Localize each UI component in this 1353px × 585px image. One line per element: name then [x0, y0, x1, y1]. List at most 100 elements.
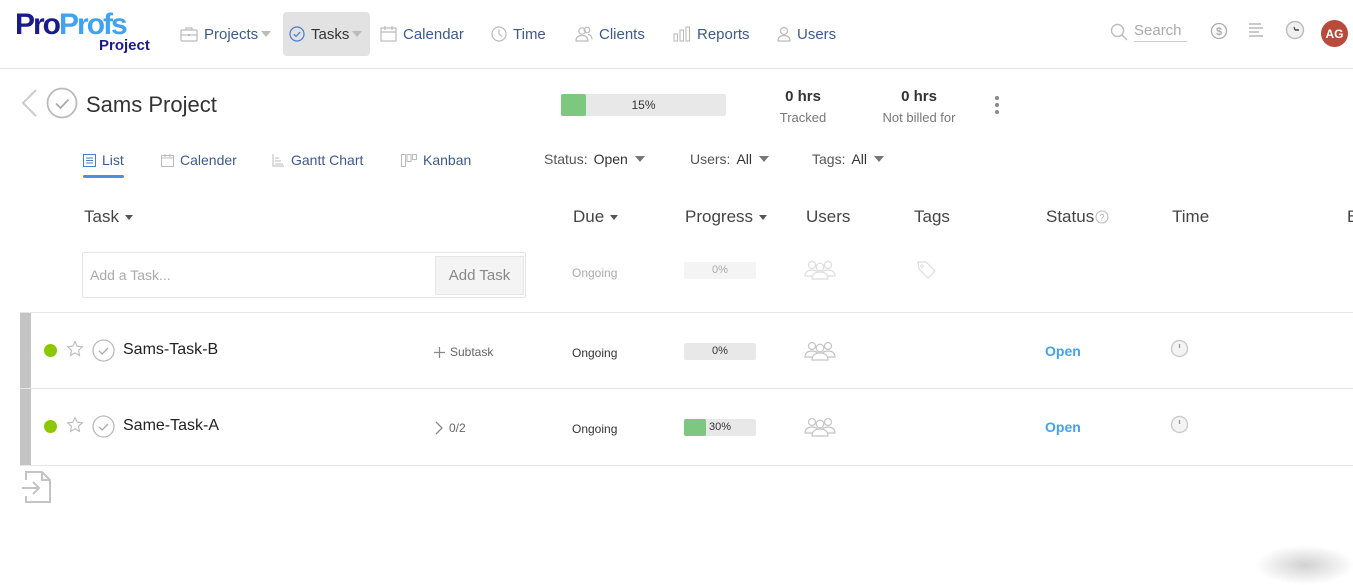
tracked-hours-value: 0 hrs — [785, 88, 821, 105]
task-status[interactable]: Open — [1045, 419, 1081, 435]
nav-users[interactable]: Users — [771, 12, 842, 56]
task-due[interactable]: Ongoing — [572, 422, 617, 436]
priority-dot[interactable] — [44, 420, 57, 433]
column-header-progress[interactable]: Progress — [685, 207, 768, 227]
task-assign-users[interactable] — [804, 341, 836, 366]
user-avatar[interactable]: AG — [1321, 20, 1348, 47]
add-task-users[interactable] — [804, 260, 836, 285]
column-header-users: Users — [806, 207, 850, 227]
column-header-progress-label: Progress — [685, 207, 754, 226]
check-circle-icon — [46, 87, 78, 119]
add-subtask-button[interactable]: Subtask — [434, 345, 493, 359]
clients-icon — [575, 26, 593, 42]
tag-icon — [917, 261, 936, 279]
check-circle-icon — [92, 339, 115, 362]
chevron-right-icon — [435, 421, 443, 435]
add-task-tags[interactable] — [917, 261, 937, 284]
list-icon — [83, 153, 96, 167]
search-input[interactable]: Search — [1134, 22, 1187, 42]
lines-icon — [1249, 23, 1263, 37]
column-header-task-label: Task — [84, 207, 119, 226]
task-row[interactable]: Sams-Task-B Subtask Ongoing 0% Open — [20, 312, 1353, 389]
sort-caret-icon — [124, 214, 133, 220]
task-name[interactable]: Sams-Task-B — [123, 341, 218, 359]
users-group-icon — [804, 260, 836, 280]
view-tab-gantt[interactable]: Gantt Chart — [272, 150, 363, 170]
row-drag-handle[interactable] — [20, 389, 31, 465]
tracked-hours-stat: 0 hrs Tracked — [770, 88, 836, 125]
start-timer-button[interactable] — [1170, 415, 1189, 439]
briefcase-icon — [180, 26, 198, 42]
not-billed-stat: 0 hrs Not billed for — [872, 88, 966, 125]
start-timer-button[interactable] — [1170, 339, 1189, 363]
project-title: Sams Project — [86, 92, 217, 117]
sort-caret-icon — [610, 214, 619, 220]
view-tab-calender[interactable]: Calender — [161, 150, 237, 170]
nav-calendar[interactable]: Calendar — [374, 12, 470, 56]
timer-button[interactable] — [1285, 20, 1305, 45]
add-task-due[interactable]: Ongoing — [572, 266, 617, 280]
add-task-button[interactable]: Add Task — [435, 256, 524, 295]
billing-button[interactable]: $ — [1210, 22, 1228, 45]
nav-projects[interactable]: Projects — [174, 12, 277, 56]
nav-reports[interactable]: Reports — [667, 12, 756, 56]
view-tab-kanban[interactable]: Kanban — [401, 150, 471, 170]
task-status[interactable]: Open — [1045, 343, 1081, 359]
chevron-down-icon — [759, 156, 770, 162]
tags-filter-value: All — [851, 151, 868, 167]
nav-time[interactable]: Time — [485, 12, 552, 56]
check-circle-icon — [92, 415, 115, 438]
back-button[interactable] — [20, 88, 38, 123]
nav-tasks[interactable]: Tasks — [283, 12, 370, 56]
import-tasks-button[interactable] — [22, 470, 54, 509]
chevron-down-icon — [634, 156, 645, 162]
column-header-users-label: Users — [806, 207, 851, 226]
task-row[interactable]: Same-Task-A 0/2 Ongoing 30% Open — [20, 388, 1353, 465]
column-header-due[interactable]: Due — [573, 207, 619, 227]
status-filter[interactable]: Status: Open — [544, 151, 645, 167]
task-assign-users[interactable] — [804, 417, 836, 442]
stopwatch-icon — [1170, 339, 1189, 358]
search-box[interactable]: Search — [1110, 22, 1187, 42]
column-header-time: Time — [1172, 207, 1209, 227]
task-progress-bar[interactable]: 30% — [684, 419, 756, 436]
proprofs-logo[interactable]: ProProfs Project — [15, 10, 155, 56]
add-task-input[interactable]: Add a Task... — [90, 267, 171, 283]
star-icon[interactable] — [66, 416, 84, 439]
users-filter[interactable]: Users: All — [690, 151, 770, 167]
project-progress-bar: 15% — [561, 94, 726, 116]
status-filter-label: Status: — [544, 151, 588, 167]
task-name[interactable]: Same-Task-A — [123, 417, 219, 435]
sort-caret-icon — [759, 214, 768, 220]
priority-dot[interactable] — [44, 344, 57, 357]
view-tab-list[interactable]: List — [83, 150, 124, 178]
view-tab-list-label: List — [102, 152, 124, 168]
column-header-status: Status ? — [1046, 207, 1109, 227]
chevron-down-icon — [874, 156, 885, 162]
users-group-icon — [804, 417, 836, 437]
task-complete-toggle[interactable] — [92, 415, 115, 443]
task-progress-label: 30% — [708, 421, 732, 433]
table-bottom-divider — [20, 465, 1353, 466]
check-circle-icon — [289, 26, 305, 42]
tags-filter[interactable]: Tags: All — [812, 151, 885, 167]
task-complete-toggle[interactable] — [92, 339, 115, 367]
bar-chart-icon — [673, 26, 691, 42]
row-drag-handle[interactable] — [20, 313, 31, 389]
more-options-button[interactable] — [995, 96, 999, 117]
help-icon[interactable]: ? — [1095, 210, 1109, 224]
task-due[interactable]: Ongoing — [572, 346, 617, 360]
column-header-task[interactable]: Task — [84, 207, 133, 227]
chevron-down-icon — [261, 31, 272, 37]
status-filter-value: Open — [593, 151, 628, 167]
activity-feed-button[interactable] — [1248, 22, 1264, 43]
column-header-tags-label: Tags — [914, 207, 950, 226]
project-complete-toggle[interactable] — [46, 87, 78, 124]
add-subtask-label: Subtask — [450, 345, 494, 359]
task-progress-bar[interactable]: 0% — [684, 343, 756, 360]
expand-subtasks-button[interactable]: 0/2 — [434, 421, 466, 435]
nav-tasks-label: Tasks — [311, 25, 350, 43]
nav-clients[interactable]: Clients — [569, 12, 651, 56]
star-icon[interactable] — [66, 340, 84, 363]
column-header-due-label: Due — [573, 207, 605, 226]
